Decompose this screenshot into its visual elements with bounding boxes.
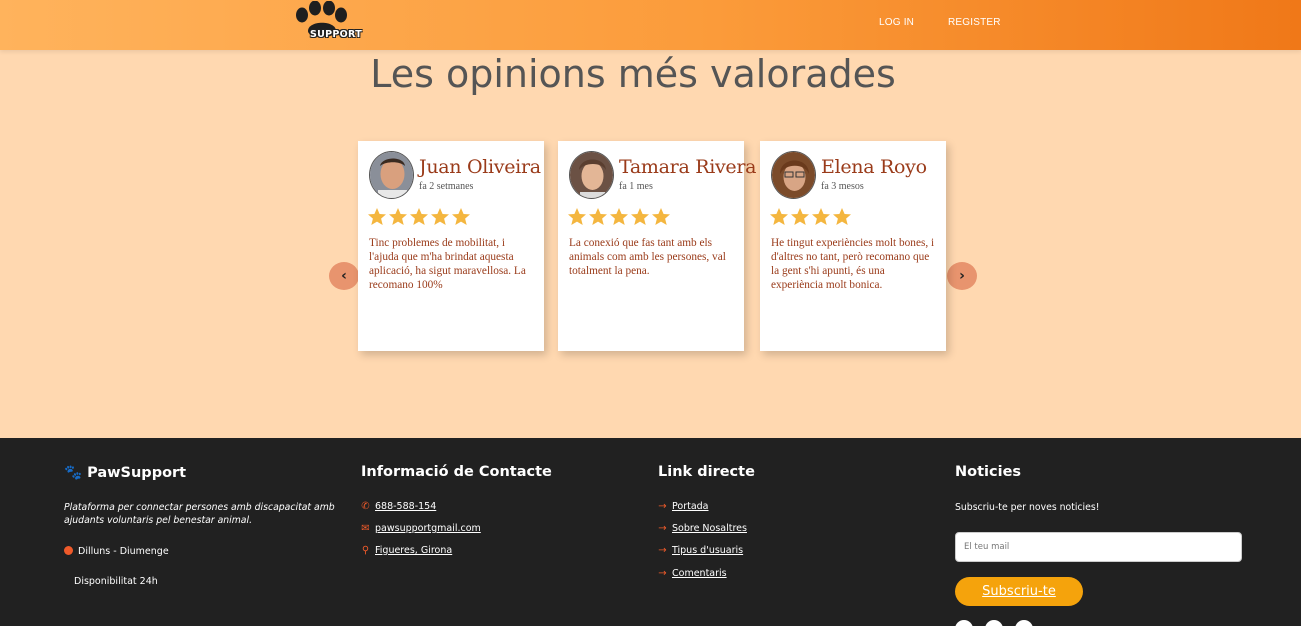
footer-news-title: Noticies (955, 464, 1022, 480)
star-icon (631, 208, 649, 225)
newsletter-email-input[interactable] (955, 532, 1242, 562)
review-time: fa 1 mes (619, 181, 653, 192)
star-icon (812, 208, 830, 225)
star-rating (769, 207, 852, 227)
carousel-next-button[interactable]: › (947, 262, 977, 290)
login-link[interactable]: LOG IN (879, 17, 914, 28)
newsletter-label: Subscriu-te per noves noticies! (955, 502, 1100, 513)
reviewer-name: Elena Royo (821, 156, 927, 178)
footer-availability: Disponibilitat 24h (74, 576, 158, 587)
review-time: fa 3 mesos (821, 181, 864, 192)
star-icon (452, 208, 470, 225)
facebook-icon[interactable] (955, 620, 973, 626)
arrow-right-icon: → (658, 523, 667, 534)
star-rating (567, 207, 671, 227)
review-card: Tamara Rivera fa 1 mes La conexió que fa… (558, 141, 757, 351)
map-pin-icon: ⚲ (361, 545, 370, 556)
star-icon (410, 208, 428, 225)
top-header: SUPPORT LOG IN REGISTER (0, 0, 1301, 50)
clock-icon (64, 546, 73, 555)
footer-phone[interactable]: ✆ 688-588-154 (361, 501, 436, 512)
logo-text: SUPPORT (310, 29, 363, 40)
arrow-right-icon: → (658, 568, 667, 579)
footer-link-comentaris[interactable]: → Comentaris (658, 568, 726, 579)
reviewer-name: Juan Oliveira (419, 156, 541, 178)
footer-brand-title: 🐾 PawSupport (64, 465, 187, 481)
subscribe-button[interactable]: Subscriu-te (955, 577, 1083, 606)
star-icon (791, 208, 809, 225)
footer-link-tipus-usuaris[interactable]: → Tipus d'usuaris (658, 545, 743, 556)
star-rating (367, 207, 471, 227)
star-icon (389, 208, 407, 225)
footer: 🐾 PawSupport Plataforma per connectar pe… (0, 438, 1301, 626)
review-card: Elena Royo fa 3 mesos He tingut experièn… (760, 141, 946, 351)
star-icon (833, 208, 851, 225)
review-text: La conexió que fas tant amb els animals … (569, 237, 726, 277)
footer-link-sobre-nosaltres[interactable]: → Sobre Nosaltres (658, 523, 747, 534)
carousel-prev-button[interactable]: ‹ (329, 262, 359, 290)
pawsupport-logo[interactable]: SUPPORT (292, 0, 362, 43)
star-icon (431, 208, 449, 225)
footer-link-portada[interactable]: → Portada (658, 501, 708, 512)
star-icon (652, 208, 670, 225)
star-icon (589, 208, 607, 225)
arrow-right-icon: → (658, 501, 667, 512)
avatar (369, 151, 414, 199)
envelope-icon: ✉ (361, 523, 370, 534)
star-icon (610, 208, 628, 225)
footer-links-title: Link directe (658, 464, 755, 480)
chevron-right-icon: › (959, 268, 965, 284)
star-icon (568, 208, 586, 225)
avatar (771, 151, 816, 199)
reviewer-name: Tamara Rivera (619, 156, 757, 178)
footer-description: Plataforma per connectar persones amb di… (64, 502, 335, 526)
paw-icon: 🐾 (64, 465, 83, 481)
avatar (569, 151, 614, 199)
section-title: Les opinions més valorades (370, 52, 896, 96)
twitter-icon[interactable] (985, 620, 1003, 626)
phone-icon: ✆ (361, 501, 370, 512)
star-icon (770, 208, 788, 225)
footer-contact-title: Informació de Contacte (361, 464, 552, 480)
footer-days: Dilluns - Diumenge (64, 546, 169, 557)
footer-email[interactable]: ✉ pawsupportgmail.com (361, 523, 481, 534)
review-text: Tinc problemes de mobilitat, i l'ajuda q… (369, 237, 526, 291)
arrow-right-icon: → (658, 545, 667, 556)
instagram-icon[interactable] (1015, 620, 1033, 626)
review-text: He tingut experiències molt bones, i d'a… (771, 237, 935, 291)
chevron-left-icon: ‹ (341, 268, 347, 284)
footer-location[interactable]: ⚲ Figueres, Girona (361, 545, 452, 556)
review-card: Juan Oliveira fa 2 setmanes Tinc problem… (358, 141, 544, 351)
register-link[interactable]: REGISTER (948, 17, 1001, 28)
review-time: fa 2 setmanes (419, 181, 474, 192)
star-icon (368, 208, 386, 225)
